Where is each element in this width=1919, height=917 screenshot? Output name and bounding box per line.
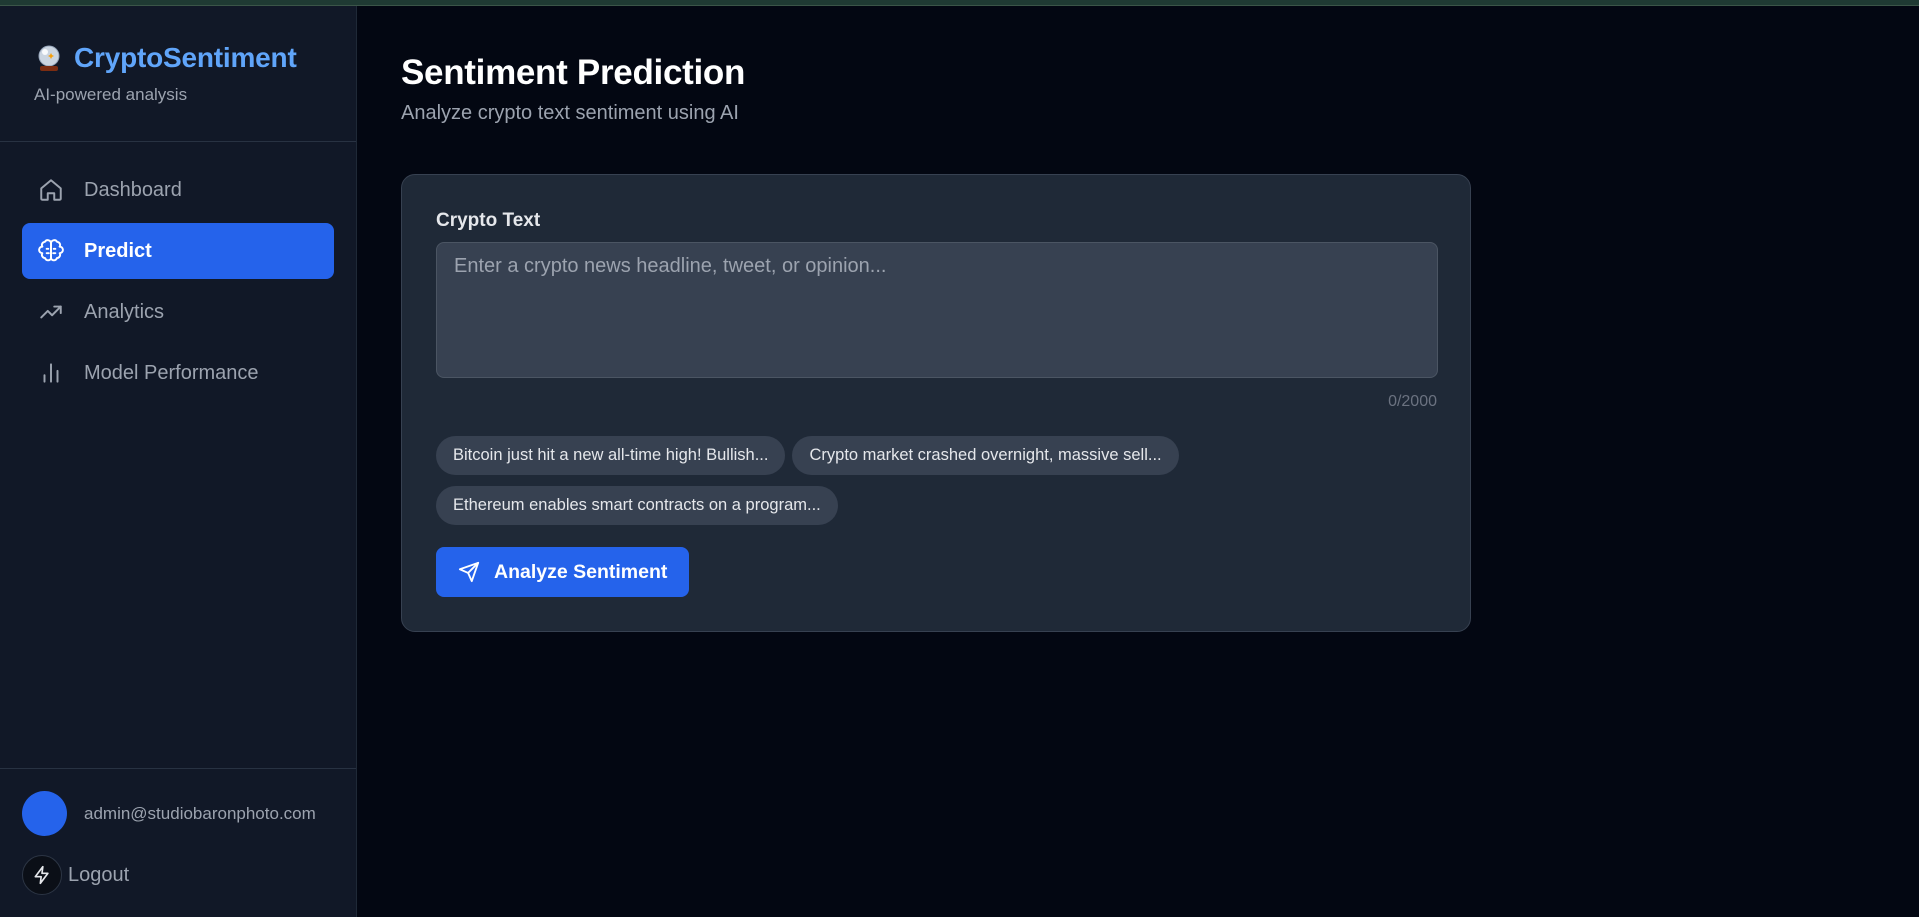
brand-header: CryptoSentiment AI-powered analysis <box>0 6 356 142</box>
lightning-icon[interactable] <box>22 855 62 895</box>
crypto-text-label: Crypto Text <box>436 210 541 231</box>
sidebar-item-predict[interactable]: Predict <box>22 223 334 279</box>
sidebar-item-dashboard[interactable]: Dashboard <box>22 162 334 218</box>
prediction-card: Crypto Text 0/2000 Bitcoin just hit a ne… <box>401 174 1471 632</box>
sidebar-item-model-performance[interactable]: Model Performance <box>22 345 334 401</box>
example-chip[interactable]: Ethereum enables smart contracts on a pr… <box>436 486 838 525</box>
sidebar-item-label: Dashboard <box>84 178 182 201</box>
page-subtitle: Analyze crypto text sentiment using AI <box>401 102 739 124</box>
main-content: Sentiment Prediction Analyze crypto text… <box>401 6 1871 632</box>
analyze-sentiment-button[interactable]: Analyze Sentiment <box>436 547 689 597</box>
sidebar-item-label: Model Performance <box>84 361 259 384</box>
sidebar-nav: Dashboard Predict Analytics Model Perfor… <box>0 142 356 401</box>
avatar[interactable] <box>22 791 67 836</box>
analyze-sentiment-label: Analyze Sentiment <box>494 560 668 583</box>
crypto-text-input[interactable] <box>436 242 1438 378</box>
logout-label[interactable]: Logout <box>68 864 129 887</box>
character-counter: 0/2000 <box>1388 393 1437 410</box>
example-chips: Bitcoin just hit a new all-time high! Bu… <box>436 436 1438 536</box>
sidebar-item-analytics[interactable]: Analytics <box>22 284 334 340</box>
brand-title: CryptoSentiment <box>74 42 297 73</box>
crystal-ball-icon <box>34 43 64 73</box>
user-panel: admin@studiobaronphoto.com Logout <box>0 768 356 917</box>
user-email: admin@studiobaronphoto.com <box>84 803 316 823</box>
home-icon <box>40 179 62 201</box>
example-chip[interactable]: Bitcoin just hit a new all-time high! Bu… <box>436 436 786 475</box>
brain-icon <box>38 239 64 262</box>
sidebar-item-label: Predict <box>84 239 152 262</box>
sidebar-item-label: Analytics <box>84 300 165 323</box>
bar-chart-icon <box>43 363 59 383</box>
trending-up-icon <box>40 305 62 319</box>
brand-subtitle: AI-powered analysis <box>34 85 188 104</box>
page-title: Sentiment Prediction <box>401 53 746 92</box>
logout-button[interactable]: Logout <box>22 855 129 895</box>
sidebar: CryptoSentiment AI-powered analysis Dash… <box>0 6 357 917</box>
send-icon <box>458 561 480 583</box>
example-chip[interactable]: Crypto market crashed overnight, massive… <box>792 436 1179 475</box>
